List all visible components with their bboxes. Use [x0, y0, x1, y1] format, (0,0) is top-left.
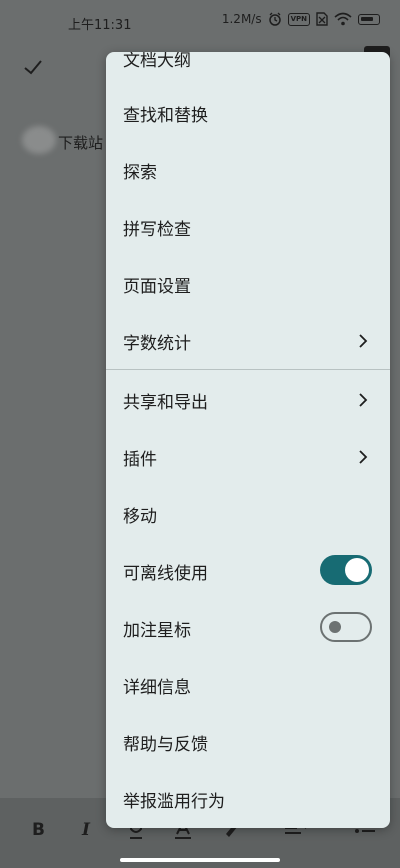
- status-icons: 1.2M/s VPN: [222, 12, 380, 26]
- menu-item-explore[interactable]: 探索: [106, 142, 390, 199]
- blurred-logo: [22, 126, 56, 154]
- menu-item-details[interactable]: 详细信息: [106, 657, 390, 714]
- menu-item-find-replace[interactable]: 查找和替换: [106, 85, 390, 142]
- bold-button[interactable]: B: [32, 820, 45, 840]
- menu-item-star[interactable]: 加注星标: [106, 600, 390, 657]
- menu-item-label: 共享和导出: [123, 393, 208, 413]
- menu-item-spell-check[interactable]: 拼写检查: [106, 199, 390, 256]
- menu-item-word-count[interactable]: 字数统计: [106, 313, 390, 370]
- menu-item-label: 举报滥用行为: [123, 792, 225, 812]
- chevron-right-icon: [359, 450, 368, 464]
- menu-item-label: 文档大纲: [123, 52, 191, 71]
- no-sim-icon: [316, 12, 328, 26]
- menu-item-report-abuse[interactable]: 举报滥用行为: [106, 771, 390, 828]
- status-bar: 上午11:31 1.2M/s VPN: [0, 0, 400, 44]
- menu-item-available-offline[interactable]: 可离线使用: [106, 543, 390, 600]
- menu-item-label: 查找和替换: [123, 106, 208, 126]
- menu-item-label: 移动: [123, 507, 157, 527]
- star-toggle[interactable]: [320, 612, 372, 642]
- alarm-icon: [268, 12, 281, 26]
- document-text: 下载站: [58, 134, 104, 152]
- done-check-icon[interactable]: [22, 56, 44, 78]
- menu-item-label: 拼写检查: [123, 220, 191, 240]
- menu-item-label: 详细信息: [123, 678, 191, 698]
- battery-icon: [358, 13, 380, 25]
- home-indicator[interactable]: [120, 858, 280, 862]
- toggle-knob: [345, 558, 369, 582]
- overflow-menu: 文档大纲 查找和替换 探索 拼写检查 页面设置 字数统计 共享和导出 插件 移动…: [106, 52, 390, 828]
- chevron-right-icon: [359, 334, 368, 348]
- menu-item-page-setup[interactable]: 页面设置: [106, 256, 390, 313]
- offline-toggle[interactable]: [320, 555, 372, 585]
- menu-item-help-feedback[interactable]: 帮助与反馈: [106, 714, 390, 771]
- vpn-icon: VPN: [287, 12, 310, 26]
- menu-item-label: 可离线使用: [123, 564, 208, 584]
- menu-divider: [106, 369, 390, 370]
- menu-item-share-export[interactable]: 共享和导出: [106, 372, 390, 429]
- menu-item-move[interactable]: 移动: [106, 486, 390, 543]
- italic-button[interactable]: I: [82, 820, 90, 840]
- menu-item-label: 帮助与反馈: [123, 735, 208, 755]
- menu-item-label: 字数统计: [123, 334, 191, 354]
- network-speed: 1.2M/s: [221, 12, 262, 26]
- menu-item-label: 插件: [123, 450, 157, 470]
- toggle-knob: [329, 621, 341, 633]
- status-time: 上午11:31: [68, 18, 132, 33]
- chevron-right-icon: [359, 393, 368, 407]
- menu-item-label: 探索: [123, 163, 157, 183]
- menu-item-label: 页面设置: [123, 277, 191, 297]
- menu-item-label: 加注星标: [123, 621, 191, 641]
- menu-item-addons[interactable]: 插件: [106, 429, 390, 486]
- wifi-icon: [334, 12, 352, 26]
- menu-item-document-outline[interactable]: 文档大纲: [106, 52, 390, 87]
